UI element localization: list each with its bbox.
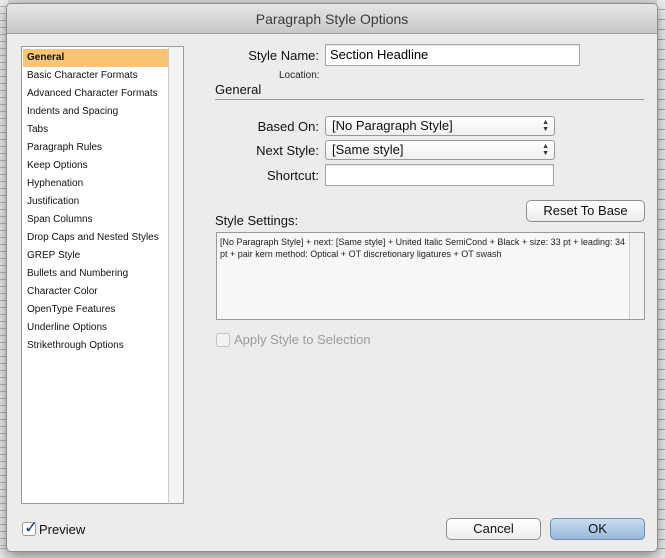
sidebar-item-strikethrough-options[interactable]: Strikethrough Options <box>23 337 183 355</box>
sidebar-item-advanced-character-formats[interactable]: Advanced Character Formats <box>23 85 183 103</box>
next-style-label: Next Style: <box>256 143 319 158</box>
sidebar-item-underline-options[interactable]: Underline Options <box>23 319 183 337</box>
sidebar-item-grep-style[interactable]: GREP Style <box>23 247 183 265</box>
checkmark-icon: ✓ <box>24 518 39 537</box>
shortcut-label: Shortcut: <box>266 168 319 183</box>
reset-to-base-button[interactable]: Reset To Base <box>526 200 645 222</box>
dialog-title: Paragraph Style Options <box>7 4 657 34</box>
style-settings-box: [No Paragraph Style] + next: [Same style… <box>216 232 645 320</box>
style-name-input[interactable]: Section Headline <box>325 44 580 66</box>
next-style-select[interactable]: [Same style] ▲ ▼ <box>325 140 555 160</box>
sidebar-item-keep-options[interactable]: Keep Options <box>23 157 183 175</box>
up-down-arrows-icon: ▲ ▼ <box>542 143 549 157</box>
sidebar-item-character-color[interactable]: Character Color <box>23 283 183 301</box>
cancel-button[interactable]: Cancel <box>446 518 541 540</box>
style-settings-text: [No Paragraph Style] + next: [Same style… <box>220 237 625 259</box>
background-document-right-edge <box>657 0 665 558</box>
sidebar-item-hyphenation[interactable]: Hyphenation <box>23 175 183 193</box>
section-title-general: General <box>215 82 262 97</box>
sidebar-item-opentype-features[interactable]: OpenType Features <box>23 301 183 319</box>
based-on-value: [No Paragraph Style] <box>332 118 453 133</box>
based-on-label: Based On: <box>257 119 319 134</box>
preview-checkbox[interactable]: ✓ <box>22 518 38 537</box>
style-settings-label: Style Settings: <box>215 213 299 228</box>
preview-label: Preview <box>39 522 86 537</box>
up-down-arrows-icon: ▲ ▼ <box>542 119 549 133</box>
section-divider <box>215 99 644 100</box>
sidebar-item-paragraph-rules[interactable]: Paragraph Rules <box>23 139 183 157</box>
category-list-scrollbar[interactable] <box>168 46 184 504</box>
sidebar-item-indents-and-spacing[interactable]: Indents and Spacing <box>23 103 183 121</box>
sidebar-item-drop-caps-and-nested-styles[interactable]: Drop Caps and Nested Styles <box>23 229 183 247</box>
based-on-select[interactable]: [No Paragraph Style] ▲ ▼ <box>325 116 555 136</box>
shortcut-input[interactable] <box>325 164 554 186</box>
sidebar-item-tabs[interactable]: Tabs <box>23 121 183 139</box>
apply-style-label: Apply Style to Selection <box>234 332 371 347</box>
apply-style-checkbox[interactable] <box>216 333 230 347</box>
style-name-label: Style Name: <box>248 48 319 63</box>
style-settings-scrollbar[interactable] <box>629 233 644 319</box>
category-list[interactable]: General Basic Character Formats Advanced… <box>21 46 184 504</box>
sidebar-item-bullets-and-numbering[interactable]: Bullets and Numbering <box>23 265 183 283</box>
sidebar-item-span-columns[interactable]: Span Columns <box>23 211 183 229</box>
ok-button[interactable]: OK <box>550 518 645 540</box>
paragraph-style-options-dialog: Paragraph Style Options General Basic Ch… <box>6 3 658 552</box>
sidebar-item-basic-character-formats[interactable]: Basic Character Formats <box>23 67 183 85</box>
sidebar-item-justification[interactable]: Justification <box>23 193 183 211</box>
sidebar-item-general[interactable]: General <box>23 49 183 67</box>
next-style-value: [Same style] <box>332 142 404 157</box>
location-label: Location: <box>279 70 320 81</box>
